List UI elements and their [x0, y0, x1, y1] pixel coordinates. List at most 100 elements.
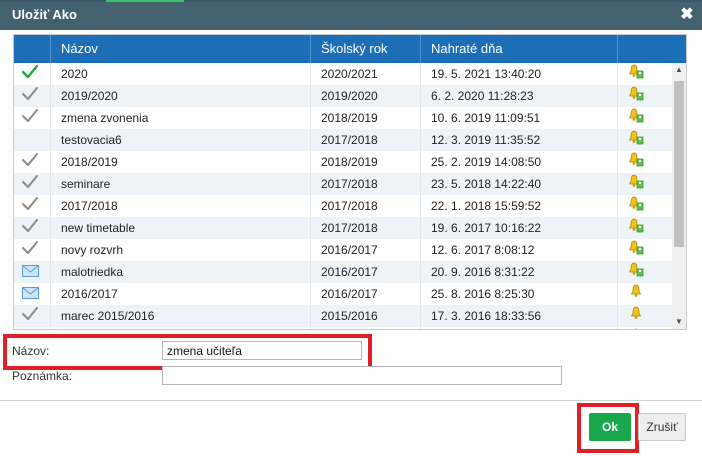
close-icon[interactable]: ✖ — [678, 6, 696, 24]
table-row[interactable]: 2018/2019 2018/2019 25. 2. 2019 14:08:50 — [14, 151, 672, 173]
table-row[interactable]: 2019/2020 2019/2020 6. 2. 2020 11:28:23 — [14, 85, 672, 107]
scroll-down-arrow-icon[interactable]: ▼ — [672, 315, 686, 329]
check-gray-icon — [22, 174, 38, 196]
status-cell — [14, 217, 50, 239]
uploaded-cell: 25. 8. 2016 8:25:30 — [420, 283, 617, 305]
school-year-cell: 2019/2020 — [310, 85, 420, 107]
uploaded-cell — [420, 327, 617, 329]
uploaded-cell: 12. 6. 2017 8:08:12 — [420, 239, 617, 261]
status-cell — [14, 261, 50, 283]
school-year-cell — [310, 327, 420, 329]
name-cell: malotriedka — [50, 261, 310, 283]
check-gray-icon — [22, 218, 38, 240]
bell-icon[interactable] — [628, 283, 644, 306]
action-cell — [617, 239, 656, 261]
bell-users-icon[interactable] — [628, 151, 644, 174]
action-cell — [617, 305, 656, 327]
action-cell — [617, 327, 656, 329]
uploaded-cell: 12. 3. 2019 11:35:52 — [420, 129, 617, 151]
action-cell — [617, 63, 656, 85]
school-year-cell: 2018/2019 — [310, 151, 420, 173]
header-action — [617, 35, 686, 63]
check-gray-icon — [22, 152, 38, 174]
bell-users-icon[interactable] — [628, 107, 644, 130]
table-row[interactable]: malotriedka 2016/2017 20. 9. 2016 8:31:22 — [14, 261, 672, 283]
check-green-icon — [21, 64, 39, 86]
bell-users-icon[interactable] — [628, 85, 644, 108]
school-year-cell: 2016/2017 — [310, 239, 420, 261]
check-gray-icon — [22, 86, 38, 108]
table-row[interactable]: new timetable 2017/2018 19. 6. 2017 10:16:… — [14, 217, 672, 239]
action-cell — [617, 217, 656, 239]
name-cell: testovacia6 — [50, 129, 310, 151]
bell-users-icon[interactable] — [628, 261, 644, 284]
name-cell: zmena zvonenia — [50, 107, 310, 129]
action-cell — [617, 283, 656, 305]
school-year-cell: 2020/2021 — [310, 63, 420, 85]
bell-users-icon[interactable] — [628, 63, 644, 86]
envelope-icon — [22, 284, 39, 306]
dialog-titlebar: Uložiť Ako ✖ — [0, 0, 702, 30]
action-cell — [617, 107, 656, 129]
name-label: Názov: — [12, 344, 50, 358]
scroll-up-arrow-icon[interactable]: ▲ — [672, 63, 686, 77]
envelope-icon — [22, 262, 39, 284]
header-name[interactable]: Názov — [50, 35, 310, 63]
note-label: Poznámka: — [12, 369, 73, 383]
status-cell — [14, 283, 50, 305]
bell-users-icon[interactable] — [628, 129, 644, 152]
table-row[interactable]: 2017/2018 2017/2018 22. 1. 2018 15:59:52 — [14, 195, 672, 217]
titlebar-accent — [106, 0, 184, 2]
uploaded-cell: 17. 3. 2016 18:33:56 — [420, 305, 617, 327]
action-cell — [617, 173, 656, 195]
status-cell — [14, 85, 50, 107]
header-uploaded[interactable]: Nahraté dňa — [420, 35, 617, 63]
school-year-cell: 2016/2017 — [310, 261, 420, 283]
table-row[interactable]: novy rozvrh 2016/2017 12. 6. 2017 8:08:12 — [14, 239, 672, 261]
bell-users-icon[interactable] — [628, 173, 644, 196]
bell-icon[interactable] — [628, 305, 644, 328]
status-cell — [14, 305, 50, 327]
table-row[interactable]: seminare 2017/2018 23. 5. 2018 14:22:40 — [14, 173, 672, 195]
school-year-cell: 2017/2018 — [310, 217, 420, 239]
status-cell — [14, 327, 50, 329]
name-input[interactable] — [162, 341, 362, 360]
table-row[interactable] — [14, 327, 672, 329]
name-cell — [50, 327, 310, 329]
header-school-year[interactable]: Školský rok — [310, 35, 420, 63]
scroll-thumb[interactable] — [674, 81, 684, 247]
check-gray-icon — [22, 240, 38, 262]
name-cell: 2020 — [50, 63, 310, 85]
check-gray-icon — [22, 196, 38, 218]
grid-body: 2020 2020/2021 19. 5. 2021 13:40:20 2019/20… — [14, 63, 672, 329]
table-row[interactable]: zmena zvonenia 2018/2019 10. 6. 2019 11:09… — [14, 107, 672, 129]
check-gray-icon — [22, 306, 38, 328]
action-cell — [617, 261, 656, 283]
ok-button[interactable]: Ok — [589, 413, 631, 441]
name-cell: 2019/2020 — [50, 85, 310, 107]
school-year-cell: 2017/2018 — [310, 195, 420, 217]
status-cell — [14, 63, 50, 85]
uploaded-cell: 23. 5. 2018 14:22:40 — [420, 173, 617, 195]
table-row[interactable]: testovacia6 2017/2018 12. 3. 2019 11:35:52 — [14, 129, 672, 151]
school-year-cell: 2015/2016 — [310, 305, 420, 327]
bell-users-icon[interactable] — [628, 195, 644, 218]
status-cell — [14, 195, 50, 217]
table-row[interactable]: 2016/2017 2016/2017 25. 8. 2016 8:25:30 — [14, 283, 672, 305]
grid-header: Názov Školský rok Nahraté dňa — [14, 35, 686, 63]
note-input[interactable] — [162, 366, 562, 385]
bell-users-icon[interactable] — [628, 239, 644, 262]
table-row[interactable]: marec 2015/2016 2015/2016 17. 3. 2016 18:3… — [14, 305, 672, 327]
name-cell: 2017/2018 — [50, 195, 310, 217]
bell-icon[interactable] — [628, 327, 644, 329]
name-cell: new timetable — [50, 217, 310, 239]
status-cell — [14, 151, 50, 173]
bell-users-icon[interactable] — [628, 217, 644, 240]
vertical-scrollbar[interactable]: ▲ ▼ — [672, 63, 686, 329]
cancel-button[interactable]: Zrušiť — [638, 413, 686, 441]
uploaded-cell: 22. 1. 2018 15:59:52 — [420, 195, 617, 217]
footer-divider — [0, 400, 702, 401]
status-cell — [14, 239, 50, 261]
table-row[interactable]: 2020 2020/2021 19. 5. 2021 13:40:20 — [14, 63, 672, 85]
status-cell — [14, 107, 50, 129]
